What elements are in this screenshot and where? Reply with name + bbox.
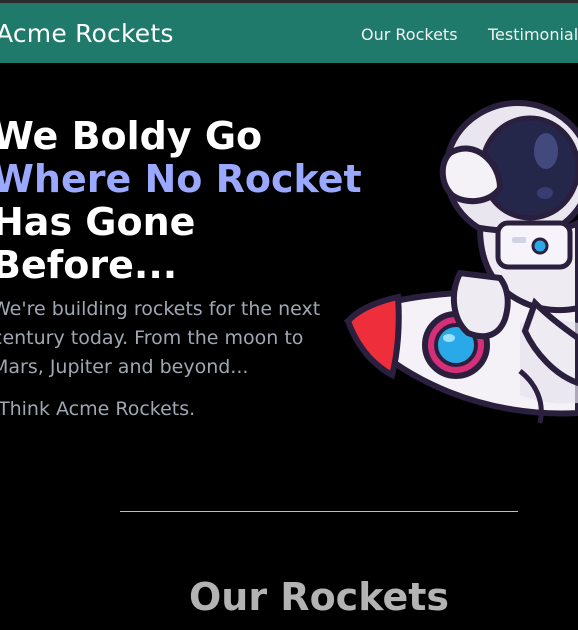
navbar: Acme Rockets Our Rockets Testimonials bbox=[0, 3, 578, 63]
section-divider bbox=[120, 511, 518, 512]
hero-section: We Boldy Go Where No Rocket Has Gone Bef… bbox=[0, 63, 578, 630]
section-title-our-rockets: Our Rockets bbox=[188, 575, 450, 619]
headline-line: Has Gone bbox=[0, 200, 196, 244]
lead-line: We're building rockets for the next bbox=[0, 298, 321, 320]
headline-line: We Boldy Go bbox=[0, 114, 263, 158]
lead-line: Mars, Jupiter and beyond... bbox=[0, 356, 249, 378]
lead-line: century today. From the moon to bbox=[0, 327, 304, 349]
astronaut-riding-rocket-icon bbox=[343, 100, 578, 424]
brand-logo-text[interactable]: Acme Rockets bbox=[0, 19, 174, 48]
nav-link-our-rockets[interactable]: Our Rockets bbox=[361, 25, 458, 44]
headline-line: Before... bbox=[0, 243, 178, 287]
nav-link-testimonials[interactable]: Testimonials bbox=[488, 25, 578, 44]
hero-lead-text: We're building rockets for the next cent… bbox=[0, 295, 320, 382]
hero-signoff: Think Acme Rockets. bbox=[0, 398, 196, 420]
headline-accent-line: Where No Rocket bbox=[0, 157, 362, 201]
hero-headline: We Boldy Go Where No Rocket Has Gone Bef… bbox=[0, 115, 362, 287]
